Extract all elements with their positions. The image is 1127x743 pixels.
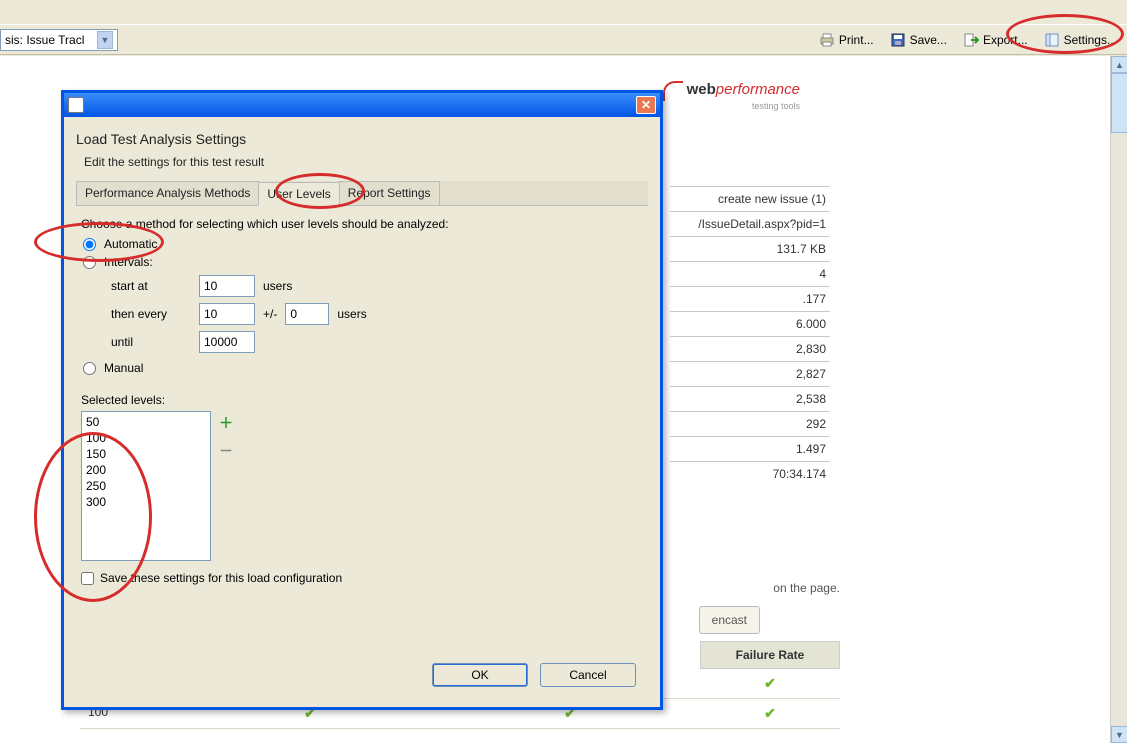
vertical-scrollbar[interactable]: ▲ ▼	[1110, 56, 1127, 743]
radio-automatic[interactable]: Automatic	[81, 237, 643, 251]
close-icon: ✕	[641, 98, 651, 112]
settings-label: Settings...	[1064, 33, 1117, 47]
remove-level-button[interactable]: －	[219, 441, 233, 461]
toolbar-row: sis: Issue Tracl ▼ Print... Save... Ex	[0, 24, 1127, 54]
save-button[interactable]: Save...	[886, 30, 951, 50]
tab-perf-methods[interactable]: Performance Analysis Methods	[76, 181, 259, 205]
row-then-every: then every +/- users	[111, 303, 643, 325]
radio-intervals[interactable]: Intervals:	[81, 255, 643, 269]
toolbar: sis: Issue Tracl ▼ Print... Save... Ex	[0, 0, 1127, 55]
brand-logo: webperformance testing tools	[663, 81, 800, 111]
dialog-tabs: Performance Analysis Methods User Levels…	[76, 181, 648, 206]
info-row: 6.000	[670, 311, 830, 336]
dialog-titlebar[interactable]: ✕	[64, 93, 660, 117]
info-row: 4	[670, 261, 830, 286]
info-row: 2,830	[670, 336, 830, 361]
info-row: 292	[670, 411, 830, 436]
selected-levels-block: Selected levels: 50 100 150 200 250 300 …	[81, 393, 643, 585]
brand-text-b: performance	[716, 81, 800, 98]
info-row: 70:34.174	[670, 461, 830, 486]
th-failure: Failure Rate	[700, 641, 840, 669]
list-item[interactable]: 250	[86, 478, 206, 494]
label-users-2: users	[337, 307, 366, 321]
radio-automatic-input[interactable]	[83, 238, 96, 251]
save-config-checkbox[interactable]	[81, 572, 94, 585]
label-plus-minus: +/-	[263, 307, 277, 321]
dialog-subheading: Edit the settings for this test result	[76, 155, 648, 169]
save-icon	[890, 32, 906, 48]
scroll-up-icon[interactable]: ▲	[1111, 56, 1127, 73]
info-row: create new issue (1)	[670, 186, 830, 211]
list-item[interactable]: 50	[86, 414, 206, 430]
settings-button[interactable]: Settings...	[1040, 30, 1121, 50]
export-icon	[963, 32, 979, 48]
dialog-body: Load Test Analysis Settings Edit the set…	[64, 117, 660, 707]
cancel-button[interactable]: Cancel	[540, 663, 636, 687]
settings-dialog: ✕ Load Test Analysis Settings Edit the s…	[61, 90, 663, 710]
list-controls: ＋ －	[219, 413, 233, 561]
tab-content: Choose a method for selecting which user…	[76, 206, 648, 653]
row-start-at: start at users	[111, 275, 643, 297]
radio-intervals-input[interactable]	[83, 256, 96, 269]
pill-fragment[interactable]: encast	[699, 606, 760, 634]
prompt-text: Choose a method for selecting which user…	[81, 217, 643, 231]
brand-sub: testing tools	[663, 101, 800, 111]
print-label: Print...	[839, 33, 874, 47]
brand-text-a: web	[687, 81, 716, 98]
input-plus-minus[interactable]	[285, 303, 329, 325]
input-then-every[interactable]	[199, 303, 255, 325]
chevron-down-icon: ▼	[97, 31, 113, 49]
save-config-label: Save these settings for this load config…	[100, 571, 342, 585]
info-row: 131.7 KB	[670, 236, 830, 261]
list-item[interactable]: 300	[86, 494, 206, 510]
tab-report-settings[interactable]: Report Settings	[339, 181, 440, 205]
export-button[interactable]: Export...	[959, 30, 1032, 50]
list-item[interactable]: 150	[86, 446, 206, 462]
ok-button[interactable]: OK	[432, 663, 528, 687]
radio-intervals-label: Intervals:	[104, 255, 153, 269]
list-item[interactable]: 100	[86, 430, 206, 446]
radio-automatic-label: Automatic	[104, 237, 157, 251]
row-until: until	[111, 331, 643, 353]
input-until[interactable]	[199, 331, 255, 353]
analysis-dropdown[interactable]: sis: Issue Tracl ▼	[0, 29, 118, 51]
save-label: Save...	[910, 33, 947, 47]
input-start-at[interactable]	[199, 275, 255, 297]
dialog-button-row: OK Cancel	[76, 653, 648, 697]
text-snippet: on the page.	[773, 581, 840, 595]
info-row: 1.497	[670, 436, 830, 461]
selected-levels-label: Selected levels:	[81, 393, 643, 407]
export-label: Export...	[983, 33, 1028, 47]
radio-manual-label: Manual	[104, 361, 143, 375]
toolbar-right: Print... Save... Export... Settings...	[815, 25, 1121, 55]
info-row: 2,538	[670, 386, 830, 411]
dropdown-value: sis: Issue Tracl	[5, 33, 97, 47]
selected-levels-list[interactable]: 50 100 150 200 250 300	[81, 411, 211, 561]
info-row: /IssueDetail.aspx?pid=1	[670, 211, 830, 236]
dialog-heading: Load Test Analysis Settings	[76, 131, 648, 147]
save-config-row[interactable]: Save these settings for this load config…	[81, 571, 643, 585]
info-row: 2,827	[670, 361, 830, 386]
settings-icon	[1044, 32, 1060, 48]
scroll-down-icon[interactable]: ▼	[1111, 726, 1127, 743]
brand-swoosh-icon	[663, 81, 683, 101]
check-icon: ✔	[764, 675, 776, 691]
print-icon	[819, 32, 835, 48]
tab-user-levels[interactable]: User Levels	[258, 182, 339, 206]
label-users-1: users	[263, 279, 292, 293]
info-table: create new issue (1) /IssueDetail.aspx?p…	[670, 186, 830, 486]
close-button[interactable]: ✕	[636, 96, 656, 114]
list-item[interactable]: 200	[86, 462, 206, 478]
scroll-thumb[interactable]	[1111, 73, 1127, 133]
print-button[interactable]: Print...	[815, 30, 878, 50]
radio-manual[interactable]: Manual	[81, 361, 643, 375]
label-then-every: then every	[111, 307, 191, 321]
info-row: .177	[670, 286, 830, 311]
radio-manual-input[interactable]	[83, 362, 96, 375]
dialog-title-icon	[68, 97, 84, 113]
add-level-button[interactable]: ＋	[219, 413, 233, 433]
label-start-at: start at	[111, 279, 191, 293]
label-until: until	[111, 335, 191, 349]
check-icon: ✔	[764, 705, 776, 721]
